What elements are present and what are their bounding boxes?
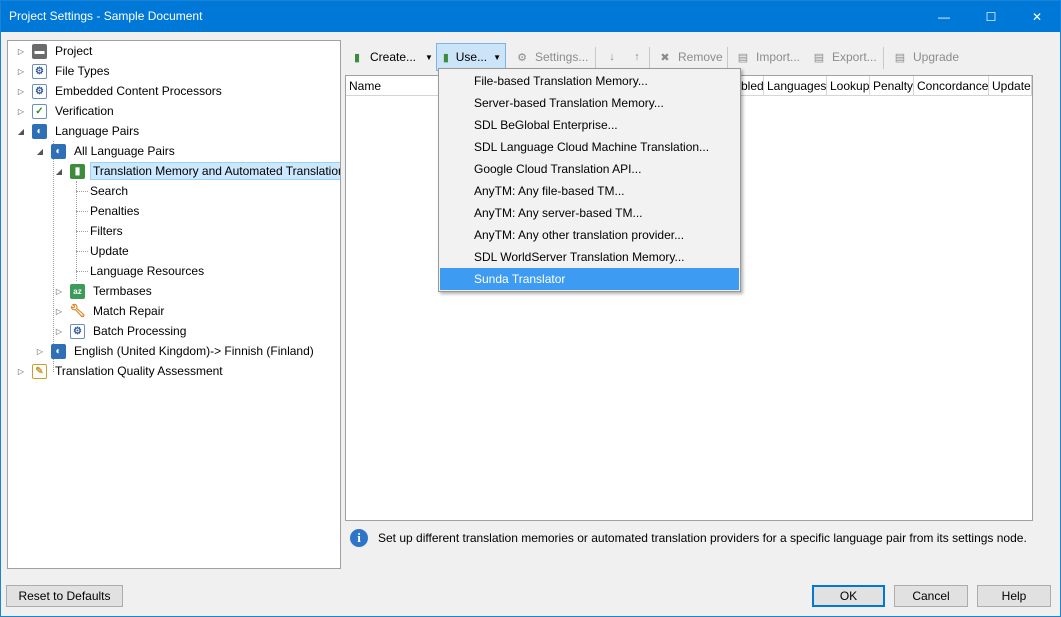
- project-settings-window: Project Settings - Sample Document — ☐ ✕…: [0, 0, 1061, 617]
- expand-icon[interactable]: ▷: [54, 306, 64, 316]
- menu-item-sunda-translator[interactable]: Sunda Translator: [440, 268, 739, 290]
- ok-button[interactable]: OK: [812, 585, 885, 607]
- use-button[interactable]: ▮ Use... ▼: [436, 43, 506, 71]
- export-button[interactable]: ▤ Export...: [807, 43, 881, 71]
- minimize-button[interactable]: —: [921, 1, 967, 32]
- expand-icon[interactable]: ▷: [16, 366, 26, 376]
- expand-icon[interactable]: ▷: [16, 86, 26, 96]
- tree-item-update[interactable]: Update: [87, 241, 132, 261]
- column-penalty[interactable]: Penalty: [870, 76, 914, 96]
- export-icon: ▤: [813, 51, 825, 64]
- tree-item-termbases[interactable]: ▷ az Termbases: [54, 281, 155, 301]
- info-message: i Set up different translation memories …: [350, 528, 1027, 548]
- import-button[interactable]: ▤ Import...: [731, 43, 804, 71]
- settings-button[interactable]: ⚙ Settings...: [510, 43, 592, 71]
- expand-icon[interactable]: ▷: [16, 46, 26, 56]
- import-icon: ▤: [737, 51, 749, 64]
- tree-item-translation-quality[interactable]: ▷ ✎ Translation Quality Assessment: [16, 361, 226, 381]
- tm-toolbar: ▮ Create... ▼ ▮ Use... ▼ ⚙ Settings... ↓…: [345, 43, 1057, 71]
- reset-to-defaults-button[interactable]: Reset to Defaults: [6, 585, 123, 607]
- folder-icon: ▬: [32, 43, 47, 59]
- tree-item-filters[interactable]: Filters: [87, 221, 126, 241]
- use-dropdown-menu: File-based Translation Memory... Server-…: [438, 68, 741, 292]
- gear-doc-icon: ⚙: [32, 83, 47, 99]
- menu-item-anytm-other[interactable]: AnyTM: Any other translation provider...: [440, 224, 739, 246]
- tm-create-icon: ▮: [353, 51, 361, 64]
- expand-icon[interactable]: ▷: [35, 346, 45, 356]
- minimize-icon: —: [938, 9, 950, 24]
- tree-item-search[interactable]: Search: [87, 181, 131, 201]
- tree-item-penalties[interactable]: Penalties: [87, 201, 142, 221]
- menu-item-anytm-server[interactable]: AnyTM: Any server-based TM...: [440, 202, 739, 224]
- chevron-down-icon: ▼: [493, 52, 501, 62]
- menu-item-file-based-tm[interactable]: File-based Translation Memory...: [440, 70, 739, 92]
- info-icon: i: [350, 529, 368, 547]
- collapse-icon[interactable]: ◢: [54, 166, 64, 176]
- language-pairs-icon: ◐: [51, 143, 66, 159]
- menu-item-language-cloud-mt[interactable]: SDL Language Cloud Machine Translation..…: [440, 136, 739, 158]
- menu-item-beglobal[interactable]: SDL BeGlobal Enterprise...: [440, 114, 739, 136]
- wrench-icon: 🔧︎: [69, 303, 86, 318]
- tree-item-language-resources[interactable]: Language Resources: [87, 261, 207, 281]
- cancel-button[interactable]: Cancel: [894, 585, 968, 607]
- expand-icon[interactable]: ▷: [54, 326, 64, 336]
- file-types-icon: ⚙: [32, 63, 47, 79]
- batch-icon: ⚙: [70, 323, 85, 339]
- arrow-up-icon: ↑: [634, 51, 640, 63]
- chevron-down-icon: ▼: [425, 52, 433, 62]
- menu-item-anytm-file[interactable]: AnyTM: Any file-based TM...: [440, 180, 739, 202]
- arrow-down-icon: ↓: [609, 51, 615, 63]
- column-languages[interactable]: Languages: [764, 76, 827, 96]
- gear-icon: ⚙: [517, 51, 527, 64]
- tree-item-file-types[interactable]: ▷ ⚙ File Types: [16, 61, 112, 81]
- column-concordance[interactable]: Concordance: [914, 76, 989, 96]
- create-dropdown-arrow[interactable]: ▼: [415, 43, 437, 71]
- info-text: Set up different translation memories or…: [378, 531, 1027, 545]
- tree-item-language-pairs[interactable]: ◢ ◐ Language Pairs: [16, 121, 142, 141]
- tree-item-embedded-content[interactable]: ▷ ⚙ Embedded Content Processors: [16, 81, 225, 101]
- tree-item-tm-automated-translation[interactable]: ◢ ▮ Translation Memory and Automated Tra…: [54, 161, 340, 181]
- tree-item-english-finnish[interactable]: ▷ ◐ English (United Kingdom)-> Finnish (…: [35, 341, 317, 361]
- upgrade-button[interactable]: ▤ Upgrade: [888, 43, 963, 71]
- remove-x-icon: ✖: [660, 51, 670, 64]
- toolbar-separator: [595, 47, 596, 69]
- maximize-button[interactable]: ☐: [968, 1, 1014, 32]
- column-enabled[interactable]: bled: [738, 76, 764, 96]
- tm-icon: ▮: [70, 163, 85, 179]
- create-button[interactable]: ▮ Create...: [345, 43, 420, 71]
- toolbar-separator: [649, 47, 650, 69]
- menu-item-google-cloud[interactable]: Google Cloud Translation API...: [440, 158, 739, 180]
- expand-icon[interactable]: ▷: [16, 66, 26, 76]
- clipboard-icon: ✎: [32, 363, 47, 379]
- maximize-icon: ☐: [985, 9, 997, 24]
- tree-item-all-language-pairs[interactable]: ◢ ◐ All Language Pairs: [35, 141, 178, 161]
- remove-button[interactable]: ✖ Remove: [653, 43, 727, 71]
- close-button[interactable]: ✕: [1014, 1, 1060, 32]
- window-title: Project Settings - Sample Document: [9, 9, 203, 23]
- close-icon: ✕: [1031, 9, 1043, 24]
- tree-item-project[interactable]: ▷ ▬ Project: [16, 41, 95, 61]
- checkmark-doc-icon: ✓: [32, 103, 47, 119]
- expand-icon[interactable]: ▷: [54, 286, 64, 296]
- tree-item-verification[interactable]: ▷ ✓ Verification: [16, 101, 117, 121]
- termbase-icon: az: [70, 283, 85, 299]
- column-update[interactable]: Update: [989, 76, 1032, 96]
- language-pairs-icon: ◐: [32, 123, 47, 139]
- expand-icon[interactable]: ▷: [16, 106, 26, 116]
- menu-item-worldserver[interactable]: SDL WorldServer Translation Memory...: [440, 246, 739, 268]
- tm-use-icon: ▮: [442, 51, 449, 64]
- toolbar-separator: [727, 47, 728, 69]
- column-lookup[interactable]: Lookup: [827, 76, 870, 96]
- tree-item-batch-processing[interactable]: ▷ ⚙ Batch Processing: [54, 321, 189, 341]
- tree-item-match-repair[interactable]: ▷ 🔧︎ Match Repair: [54, 301, 167, 321]
- upgrade-icon: ▤: [894, 51, 906, 64]
- help-button[interactable]: Help: [977, 585, 1051, 607]
- collapse-icon[interactable]: ◢: [16, 126, 26, 136]
- title-bar: Project Settings - Sample Document — ☐ ✕: [1, 1, 1060, 32]
- language-pairs-icon: ◐: [51, 343, 66, 359]
- collapse-icon[interactable]: ◢: [35, 146, 45, 156]
- settings-tree[interactable]: ▷ ▬ Project ▷ ⚙ File Types ▷ ⚙ Embedded …: [7, 40, 341, 569]
- toolbar-separator: [883, 47, 884, 69]
- menu-item-server-based-tm[interactable]: Server-based Translation Memory...: [440, 92, 739, 114]
